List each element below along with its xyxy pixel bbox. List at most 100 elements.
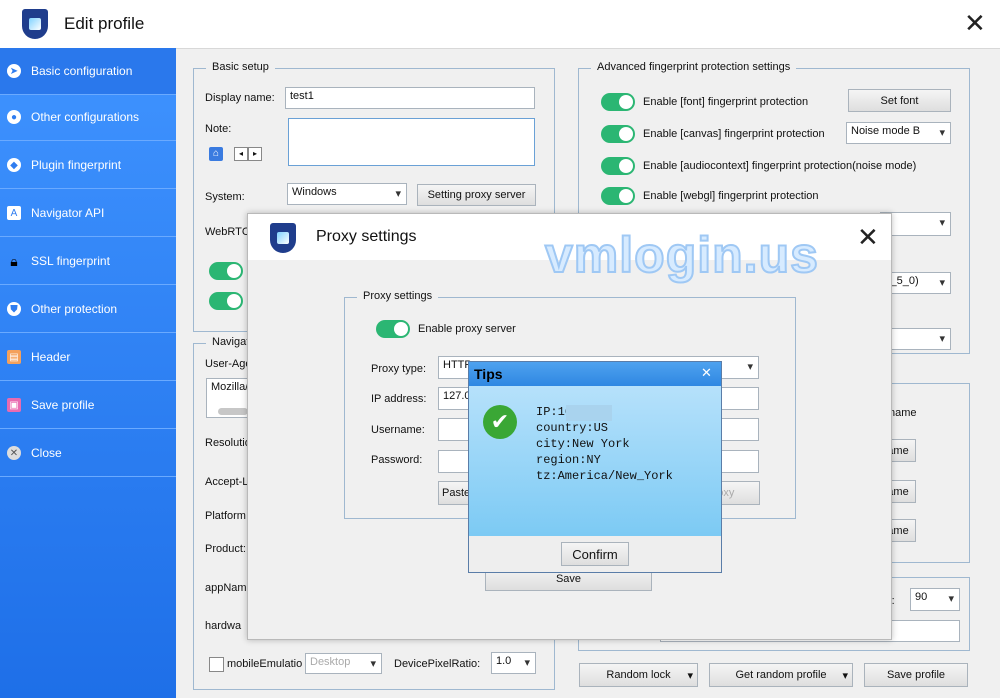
proxy-type-label: Proxy type: [371,363,427,375]
r-value: 90 [915,591,928,603]
save-icon: ▣ [7,398,21,412]
watermark-logo: vmlogin.us [544,226,819,284]
sidebar-item-other-protection[interactable]: ⛊ Other protection [0,286,176,333]
device-pixel-ratio-label: DevicePixelRatio: [394,658,481,670]
save-profile-button[interactable]: Save profile [864,663,968,687]
r-select[interactable]: 90 [910,588,960,611]
proxy-dialog-close-icon[interactable]: ✕ [857,224,879,250]
webgl-protection-label: Enable [webgl] fingerprint protection [643,190,819,202]
tips-country: country:US [536,421,609,435]
redacted-ip-blur [566,405,612,421]
user-agent-label: User-Age [205,358,252,370]
lock-icon: 🔒︎ [10,252,18,269]
platform-label: Platform [205,510,246,522]
arrow-right-icon[interactable]: ▸ [248,147,262,161]
canvas-protection-label: Enable [canvas] fingerprint protection [643,128,825,140]
sidebar: ➤ Basic configuration ● Other configuratio… [0,48,176,698]
device-pixel-ratio-select[interactable]: 1.0 [491,652,536,674]
arrow-left-icon[interactable]: ◂ [234,147,248,161]
chevron-down-icon[interactable]: ▾ [687,669,693,682]
window-close-icon[interactable]: ✕ [964,10,986,36]
system-value: Windows [292,186,337,198]
user-agent-scrollbar[interactable] [218,408,248,415]
compass-icon: ➤ [7,64,21,78]
proxy-dialog-title: Proxy settings [316,228,417,245]
tips-region: region:NY [536,453,601,467]
sidebar-item-navigator-api[interactable]: A Navigator API [0,190,176,237]
chevron-down-icon[interactable]: ▾ [842,669,848,682]
sidebar-item-plugin-fingerprint[interactable]: ◆ Plugin fingerprint [0,142,176,189]
get-random-profile-label: Get random profile [735,669,827,681]
sidebar-item-other-configurations[interactable]: ● Other configurations [0,94,176,141]
resolution-label: Resolutio [205,437,251,449]
tips-timezone: tz:America/New_York [536,469,673,483]
tips-dialog: Tips ✕ ✔ IP:16 102 country:US city:New Y… [468,361,722,573]
sidebar-item-ssl-fingerprint[interactable]: 🔒︎ SSL fingerprint [0,238,176,285]
setting-proxy-server-button[interactable]: Setting proxy server [417,184,536,206]
username-label: Username: [371,424,425,436]
tips-footer: Confirm [469,536,721,572]
webrtc-toggle-2[interactable] [209,292,243,310]
audiocontext-protection-toggle[interactable] [601,157,635,175]
window-title: Edit profile [64,14,145,33]
note-label: Note: [205,123,232,135]
hardware-label: hardwa [205,620,242,632]
mobile-mode-value: Desktop [310,656,351,668]
close-icon: ✕ [7,446,21,460]
window-titlebar: Edit profile ✕ [0,0,1000,49]
device-pixel-ratio-value: 1.0 [496,655,512,667]
webrtc-label: WebRTC [205,226,250,238]
random-lock-label: Random lock [606,669,671,681]
webrtc-toggle-1[interactable] [209,262,243,280]
appname-label: appName [205,582,253,594]
tips-body: ✔ IP:16 102 country:US city:New York reg… [469,386,721,536]
sidebar-item-label: Close [31,446,62,460]
mobile-emulation-checkbox[interactable] [209,657,224,672]
api-icon: A [7,206,21,220]
webgl-protection-toggle[interactable] [601,187,635,205]
canvas-mode-select[interactable]: Noise mode B [846,122,951,144]
display-name-input[interactable]: test1 [285,87,535,109]
canvas-protection-toggle[interactable] [601,125,635,143]
font-protection-toggle[interactable] [601,93,635,111]
enable-proxy-label: Enable proxy server [418,323,516,335]
system-select[interactable]: Windows [287,183,407,205]
tips-close-icon[interactable]: ✕ [701,365,712,381]
get-random-profile-button[interactable]: Get random profile ▾ [709,663,853,687]
header-icon: ▤ [7,350,21,364]
sidebar-item-label: Header [31,350,71,364]
ip-address-label: IP address: [371,393,427,405]
mobile-emulation-label: mobileEmulatio [227,658,303,670]
sidebar-item-label: SSL fingerprint [31,254,110,268]
success-check-icon: ✔ [483,405,517,439]
shield-icon: ⛊ [7,302,21,316]
random-lock-button[interactable]: Random lock ▾ [579,663,698,687]
basic-setup-legend: Basic setup [206,61,275,73]
chrome-icon: ● [7,110,21,124]
font-protection-label: Enable [font] fingerprint protection [643,96,809,108]
home-icon[interactable]: ⌂ [209,147,223,161]
advanced-legend: Advanced fingerprint protection settings [591,61,797,73]
canvas-mode-value: Noise mode B [851,125,921,137]
sidebar-item-label: Plugin fingerprint [31,158,122,172]
confirm-button[interactable]: Confirm [561,542,629,566]
sidebar-item-save-profile[interactable]: ▣ Save profile [0,382,176,429]
sidebar-item-header[interactable]: ▤ Header [0,334,176,381]
sidebar-item-label: Navigator API [31,206,105,220]
tips-title: Tips [474,366,503,382]
accept-language-label: Accept-L [205,476,249,488]
product-label: Product: [205,543,246,555]
sidebar-item-label: Basic configuration [31,64,133,78]
sidebar-item-basic-configuration[interactable]: ➤ Basic configuration [0,48,176,95]
user-agent-value: Mozilla/ [211,381,249,393]
set-font-button[interactable]: Set font [848,89,951,112]
sidebar-item-label: Other configurations [31,110,140,124]
password-label: Password: [371,454,423,466]
sidebar-item-close[interactable]: ✕ Close [0,430,176,477]
display-name-label: Display name: [205,92,275,104]
plugin-icon: ◆ [7,158,21,172]
note-textarea[interactable] [288,118,535,166]
mobile-mode-select[interactable]: Desktop [305,653,382,674]
enable-proxy-toggle[interactable] [376,320,410,338]
name-label: name [889,407,917,419]
